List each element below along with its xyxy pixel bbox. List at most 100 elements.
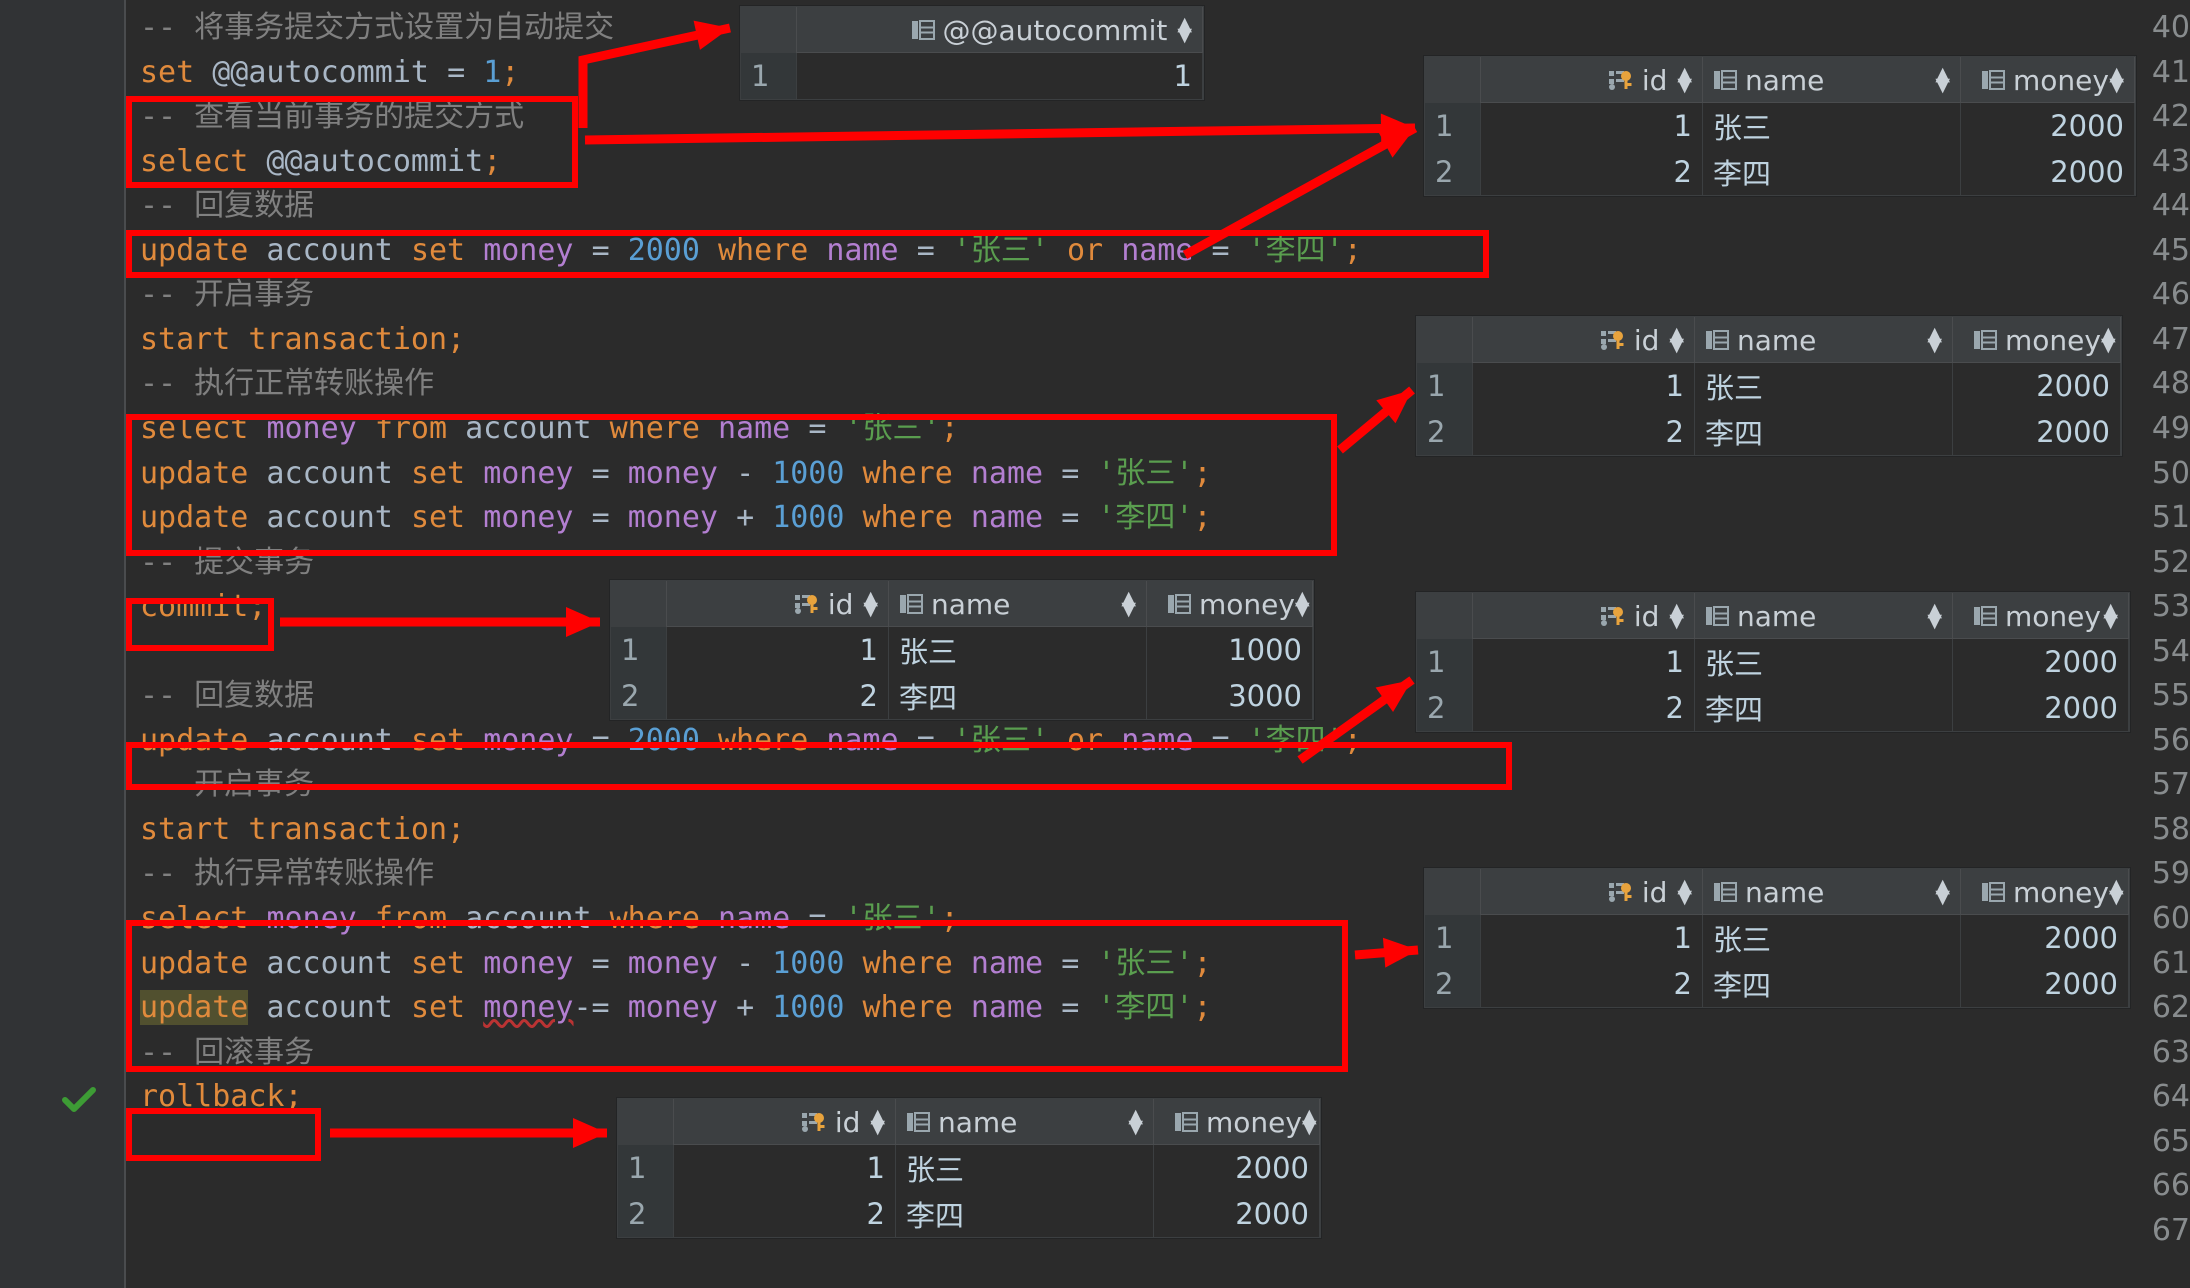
grid-column-header[interactable]: money ▲ ▼ (1961, 57, 2135, 103)
code-line[interactable]: commit; (140, 585, 266, 629)
grid-column-header[interactable]: name ▲ ▼ (889, 581, 1147, 627)
sort-indicator-icon[interactable]: ▲ ▼ (2103, 601, 2118, 631)
code-line[interactable]: -- 执行正常转账操作 (140, 362, 434, 406)
grid-column-header[interactable]: money ▲ ▼ (1953, 593, 2129, 639)
grid-cell[interactable]: 1 (1473, 363, 1695, 409)
sort-indicator-icon[interactable]: ▲ ▼ (1128, 1107, 1143, 1137)
green-check-icon[interactable] (62, 1075, 98, 1119)
code-line[interactable]: -- 执行异常转账操作 (140, 852, 434, 896)
grid-cell[interactable]: 李四 (1695, 409, 1953, 455)
code-line[interactable]: rollback; (140, 1075, 303, 1119)
grid-row[interactable]: 2 2 李四 3000 (611, 673, 1313, 719)
grid-cell[interactable]: 2 (1473, 685, 1695, 731)
code-line[interactable]: -- 将事务提交方式设置为自动提交 (140, 6, 614, 50)
grid-cell[interactable]: 张三 (1695, 639, 1953, 685)
code-line[interactable]: select money from account where name = '… (140, 407, 959, 451)
grid-column-header[interactable]: name ▲ ▼ (1695, 593, 1953, 639)
grid-column-header[interactable]: id ▲ ▼ (667, 581, 889, 627)
grid-cell[interactable]: 2000 (1961, 915, 2129, 961)
grid-row[interactable]: 2 2 李四 2000 (1417, 685, 2129, 731)
code-line[interactable]: update account set money-= money + 1000 … (140, 986, 1212, 1030)
grid-cell[interactable]: 李四 (1703, 961, 1961, 1007)
grid-cell[interactable]: 1 (1473, 639, 1695, 685)
sql-editor[interactable]: 40 41 42 43 44 45 46 47 48 49 50 51 52 53 54 55 56 57 58 59… (0, 0, 2190, 1288)
grid-cell[interactable]: 张三 (1703, 915, 1961, 961)
result-grid[interactable]: @@autocommit ▲ ▼ 1 1 (740, 6, 1204, 100)
code-line[interactable]: update account set money = money + 1000 … (140, 496, 1212, 540)
grid-cell[interactable]: 2 (674, 1191, 896, 1237)
grid-row[interactable]: 1 1 张三 2000 (1425, 103, 2135, 149)
grid-cell[interactable]: 2000 (1953, 363, 2121, 409)
code-line[interactable]: -- 开启事务 (140, 273, 314, 317)
grid-row[interactable]: 2 2 李四 2000 (618, 1191, 1320, 1237)
grid-column-header[interactable]: id ▲ ▼ (1481, 57, 1703, 103)
sort-indicator-icon[interactable]: ▲ ▼ (1935, 65, 1950, 95)
grid-cell[interactable]: 2 (1481, 961, 1703, 1007)
grid-cell[interactable]: 张三 (889, 627, 1147, 673)
sort-indicator-icon[interactable]: ▲ ▼ (2101, 325, 2116, 355)
grid-cell[interactable]: 2 (1473, 409, 1695, 455)
grid-cell[interactable]: 张三 (1695, 363, 1953, 409)
code-line[interactable]: -- 回滚事务 (140, 1031, 314, 1075)
code-line[interactable]: start transaction; (140, 318, 465, 362)
grid-cell[interactable]: 1 (1481, 915, 1703, 961)
sort-indicator-icon[interactable]: ▲ ▼ (1302, 1107, 1317, 1137)
grid-cell[interactable]: 3000 (1147, 673, 1313, 719)
grid-cell[interactable]: 李四 (1703, 149, 1961, 195)
sort-indicator-icon[interactable]: ▲ ▼ (1669, 325, 1684, 355)
sort-indicator-icon[interactable]: ▲ ▼ (1677, 65, 1692, 95)
code-line[interactable]: update account set money = money - 1000 … (140, 942, 1212, 986)
grid-cell[interactable]: 1000 (1147, 627, 1313, 673)
grid-cell[interactable]: 2000 (1961, 103, 2135, 149)
grid-column-header[interactable]: id ▲ ▼ (1473, 593, 1695, 639)
code-line[interactable]: update account set money = 2000 where na… (140, 719, 1362, 763)
result-grid[interactable]: id ▲ ▼ name ▲ ▼ money ▲ ▼ 1 1 张三 2000 2 2 李四 2000 (1416, 592, 2130, 732)
grid-cell[interactable]: 1 (674, 1145, 896, 1191)
sort-indicator-icon[interactable]: ▲ ▼ (1677, 877, 1692, 907)
grid-column-header[interactable]: money ▲ ▼ (1147, 581, 1313, 627)
code-line[interactable]: start transaction; (140, 808, 465, 852)
sort-indicator-icon[interactable]: ▲ ▼ (2109, 65, 2124, 95)
code-line[interactable]: -- 回复数据 (140, 674, 314, 718)
code-line[interactable]: select @@autocommit; (140, 140, 501, 184)
result-grid[interactable]: id ▲ ▼ name ▲ ▼ money ▲ ▼ 1 1 张三 1000 2 2 李四 3000 (610, 580, 1314, 720)
result-grid[interactable]: id ▲ ▼ name ▲ ▼ money ▲ ▼ 1 1 张三 2000 2 2 李四 2000 (1424, 868, 2130, 1008)
grid-column-header[interactable]: id ▲ ▼ (674, 1099, 896, 1145)
code-line[interactable]: -- 提交事务 (140, 541, 314, 585)
grid-column-header[interactable]: money ▲ ▼ (1953, 317, 2121, 363)
grid-cell[interactable]: 2000 (1953, 685, 2129, 731)
grid-row[interactable]: 1 1 张三 2000 (1425, 915, 2129, 961)
grid-cell[interactable]: 1 (667, 627, 889, 673)
grid-cell[interactable]: 2 (1481, 149, 1703, 195)
grid-cell[interactable]: 李四 (896, 1191, 1154, 1237)
grid-cell[interactable]: 2 (667, 673, 889, 719)
sort-indicator-icon[interactable]: ▲ ▼ (1295, 589, 1310, 619)
sort-indicator-icon[interactable]: ▲ ▼ (870, 1107, 885, 1137)
grid-column-header[interactable]: money ▲ ▼ (1154, 1099, 1320, 1145)
code-line[interactable]: -- 回复数据 (140, 184, 314, 228)
grid-cell[interactable]: 李四 (1695, 685, 1953, 731)
grid-cell[interactable]: 2000 (1961, 149, 2135, 195)
grid-row[interactable]: 1 1 张三 2000 (1417, 639, 2129, 685)
grid-cell[interactable]: 张三 (896, 1145, 1154, 1191)
grid-cell[interactable]: 2000 (1961, 961, 2129, 1007)
grid-column-header[interactable]: id ▲ ▼ (1481, 869, 1703, 915)
grid-column-header[interactable]: name ▲ ▼ (1695, 317, 1953, 363)
grid-row[interactable]: 2 2 李四 2000 (1425, 961, 2129, 1007)
grid-cell[interactable]: 1 (1481, 103, 1703, 149)
sort-indicator-icon[interactable]: ▲ ▼ (1177, 15, 1192, 45)
code-line[interactable]: -- 开启事务 (140, 763, 314, 807)
result-grid[interactable]: id ▲ ▼ name ▲ ▼ money ▲ ▼ 1 1 张三 2000 2 2 李四 2000 (1416, 316, 2122, 456)
grid-cell[interactable]: 2000 (1953, 409, 2121, 455)
result-grid[interactable]: id ▲ ▼ name ▲ ▼ money ▲ ▼ 1 1 张三 2000 2 2 李四 2000 (1424, 56, 2136, 196)
grid-row[interactable]: 2 2 李四 2000 (1425, 149, 2135, 195)
code-line[interactable]: select money from account where name = '… (140, 897, 959, 941)
grid-cell[interactable]: 1 (797, 53, 1203, 99)
sort-indicator-icon[interactable]: ▲ ▼ (863, 589, 878, 619)
grid-row[interactable]: 1 1 张三 2000 (1417, 363, 2121, 409)
code-line[interactable]: update account set money = money - 1000 … (140, 452, 1212, 496)
grid-column-header[interactable]: name ▲ ▼ (1703, 57, 1961, 103)
grid-row[interactable]: 1 1 张三 2000 (618, 1145, 1320, 1191)
grid-column-header[interactable]: name ▲ ▼ (896, 1099, 1154, 1145)
grid-cell[interactable]: 张三 (1703, 103, 1961, 149)
